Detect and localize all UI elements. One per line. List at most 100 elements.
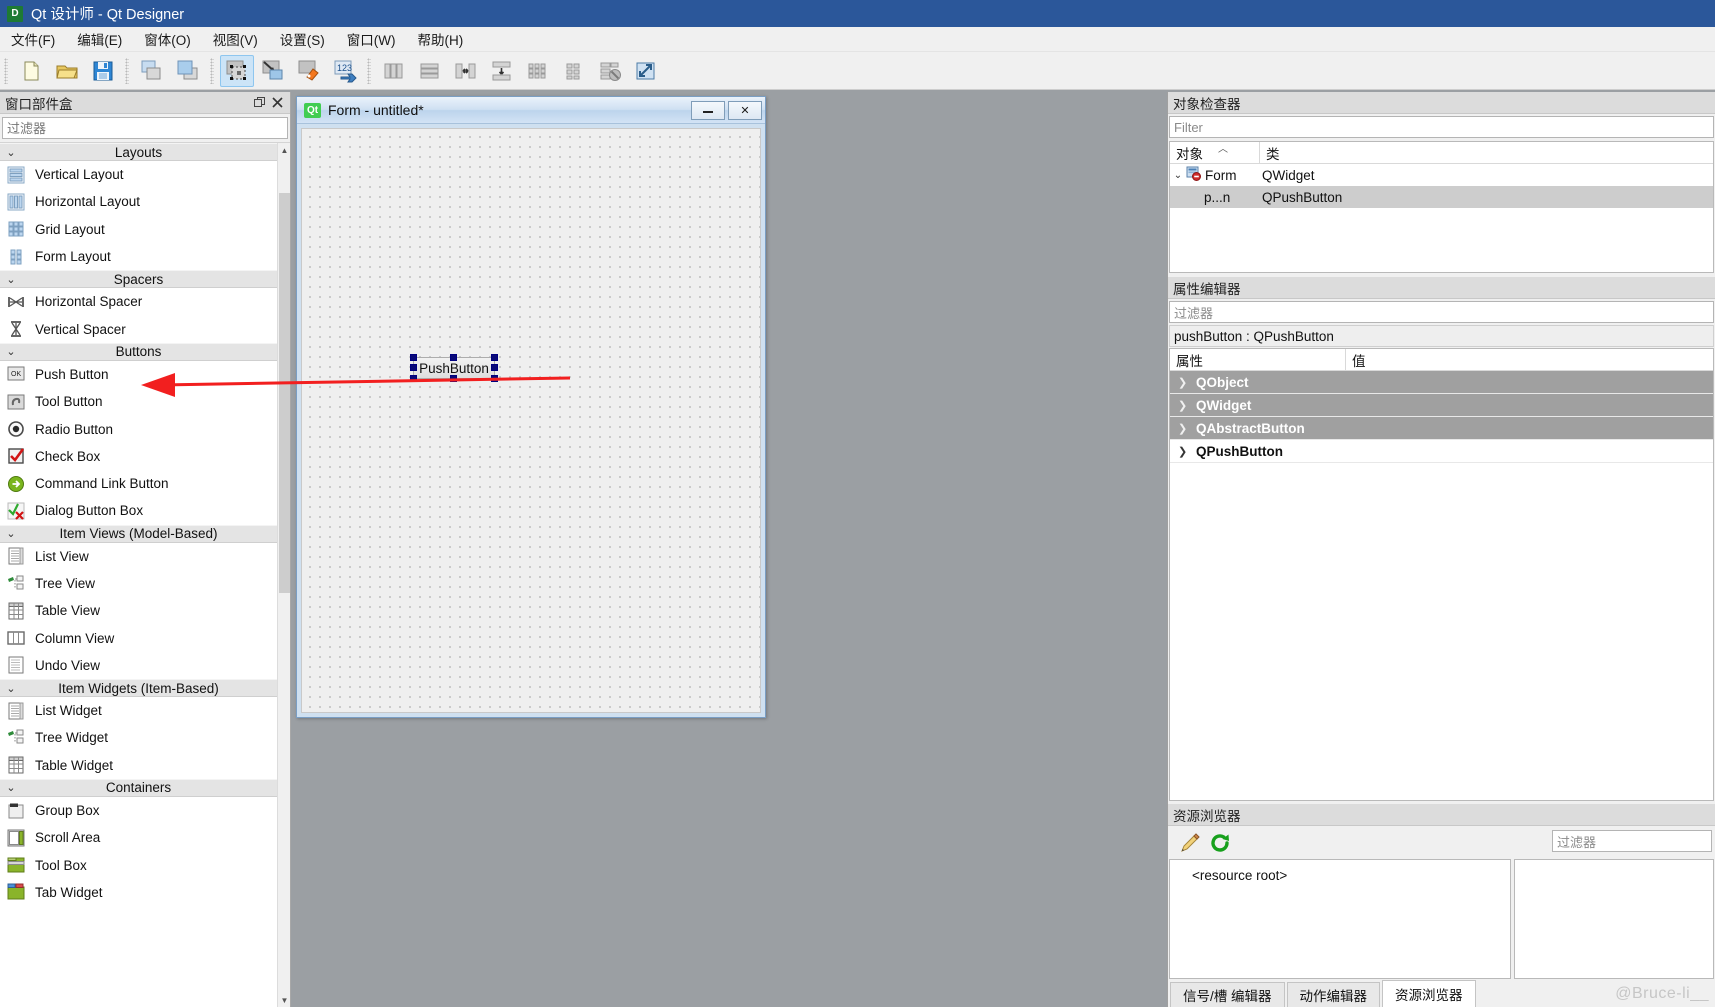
widget-box-filter-input[interactable] bbox=[2, 117, 288, 139]
tab-resource-browser[interactable]: 资源浏览器 bbox=[1382, 980, 1476, 1007]
layout-form-icon[interactable] bbox=[557, 55, 591, 87]
adjust-size-icon[interactable] bbox=[629, 55, 663, 87]
widget-box-category-item-views[interactable]: ⌄ Item Views (Model-Based) bbox=[0, 524, 277, 543]
widget-box-category-containers[interactable]: ⌄ Containers bbox=[0, 778, 277, 797]
widget-item-list-widget[interactable]: List Widget bbox=[0, 697, 277, 724]
resize-handle-n[interactable] bbox=[450, 354, 457, 361]
menu-settings[interactable]: 设置(S) bbox=[269, 26, 336, 52]
undo-stack-icon[interactable] bbox=[135, 55, 169, 87]
widget-item-list-view[interactable]: List View bbox=[0, 543, 277, 570]
edit-signals-slots-mode-icon[interactable] bbox=[256, 55, 290, 87]
widget-item-tab-widget[interactable]: Tab Widget bbox=[0, 879, 277, 906]
chevron-right-icon[interactable]: ❯ bbox=[1178, 399, 1196, 412]
toolbar-grip-4[interactable] bbox=[367, 57, 371, 84]
widget-item-vertical-layout[interactable]: Vertical Layout bbox=[0, 161, 277, 188]
resize-handle-se[interactable] bbox=[491, 375, 498, 382]
form-window-titlebar[interactable]: Qt Form - untitled* ✕ bbox=[297, 97, 765, 124]
widget-item-check-box[interactable]: Check Box bbox=[0, 443, 277, 470]
chevron-right-icon[interactable]: ❯ bbox=[1178, 445, 1196, 458]
selected-widget-pushbutton[interactable]: PushButton bbox=[410, 354, 498, 382]
chevron-right-icon[interactable]: ❯ bbox=[1178, 422, 1196, 435]
menu-window[interactable]: 窗口(W) bbox=[336, 26, 407, 52]
widget-item-horizontal-spacer[interactable]: Horizontal Spacer bbox=[0, 288, 277, 315]
widget-item-table-view[interactable]: Table View bbox=[0, 597, 277, 624]
form-minimize-button[interactable] bbox=[691, 100, 725, 120]
property-editor-filter[interactable]: 过滤器 bbox=[1169, 301, 1714, 323]
column-header-class[interactable]: 类 bbox=[1260, 142, 1280, 163]
menu-view[interactable]: 视图(V) bbox=[202, 26, 269, 52]
widget-item-radio-button[interactable]: Radio Button bbox=[0, 415, 277, 442]
column-header-property[interactable]: 属性 bbox=[1170, 349, 1346, 370]
new-file-icon[interactable] bbox=[14, 55, 48, 87]
form-window[interactable]: Qt Form - untitled* ✕ PushButton bbox=[296, 96, 766, 718]
resize-handle-ne[interactable] bbox=[491, 354, 498, 361]
property-editor-table[interactable]: 属性 值 ❯ QObject ❯ QWidget ❯ QAbstractButt… bbox=[1169, 348, 1714, 801]
undock-icon[interactable] bbox=[251, 95, 267, 111]
layout-horizontally-icon[interactable] bbox=[377, 55, 411, 87]
widget-item-vertical-spacer[interactable]: Vertical Spacer bbox=[0, 315, 277, 342]
scroll-down-arrow-icon[interactable]: ▼ bbox=[278, 993, 290, 1007]
pencil-edit-icon[interactable] bbox=[1175, 829, 1205, 857]
form-close-button[interactable]: ✕ bbox=[728, 100, 762, 120]
property-group-qpushbutton[interactable]: ❯ QPushButton bbox=[1170, 440, 1713, 463]
edit-tab-order-mode-icon[interactable]: 123 bbox=[328, 55, 362, 87]
layout-in-splitter-horizontal-icon[interactable] bbox=[449, 55, 483, 87]
widget-item-tool-button[interactable]: Tool Button bbox=[0, 388, 277, 415]
menu-form[interactable]: 窗体(O) bbox=[133, 26, 202, 52]
toolbar-grip[interactable] bbox=[4, 57, 8, 84]
column-header-object[interactable]: 对象 ︿ bbox=[1170, 142, 1260, 163]
scroll-up-arrow-icon[interactable]: ▲ bbox=[278, 143, 290, 157]
edit-buddies-mode-icon[interactable] bbox=[292, 55, 326, 87]
break-layout-icon[interactable] bbox=[593, 55, 627, 87]
property-group-qobject[interactable]: ❯ QObject bbox=[1170, 371, 1713, 394]
widget-item-dialog-button-box[interactable]: Dialog Button Box bbox=[0, 497, 277, 524]
toolbar-grip-3[interactable] bbox=[210, 57, 214, 84]
menu-file[interactable]: 文件(F) bbox=[0, 26, 66, 52]
layout-vertically-icon[interactable] bbox=[413, 55, 447, 87]
resize-handle-sw[interactable] bbox=[410, 375, 417, 382]
widget-item-table-widget[interactable]: Table Widget bbox=[0, 752, 277, 779]
widget-item-grid-layout[interactable]: Grid Layout bbox=[0, 216, 277, 243]
widget-item-group-box[interactable]: Group Box bbox=[0, 797, 277, 824]
toolbar-grip-2[interactable] bbox=[125, 57, 129, 84]
redo-stack-icon[interactable] bbox=[171, 55, 205, 87]
edit-widgets-mode-icon[interactable] bbox=[220, 54, 254, 87]
close-icon[interactable] bbox=[269, 95, 285, 111]
menu-help[interactable]: 帮助(H) bbox=[406, 26, 474, 52]
resize-handle-w[interactable] bbox=[410, 364, 417, 371]
object-inspector-filter[interactable]: Filter bbox=[1169, 116, 1714, 138]
object-tree-row-form[interactable]: ⌄ Form QWidget bbox=[1170, 164, 1713, 186]
widget-item-scroll-area[interactable]: Scroll Area bbox=[0, 824, 277, 851]
resource-browser-filter[interactable]: 过滤器 bbox=[1552, 830, 1712, 852]
resize-handle-e[interactable] bbox=[491, 364, 498, 371]
resize-handle-nw[interactable] bbox=[410, 354, 417, 361]
chevron-down-icon[interactable]: ⌄ bbox=[1170, 170, 1186, 181]
widget-item-horizontal-layout[interactable]: Horizontal Layout bbox=[0, 188, 277, 215]
widget-item-tool-box[interactable]: Tool Box bbox=[0, 852, 277, 879]
widget-box-category-spacers[interactable]: ⌄ Spacers bbox=[0, 270, 277, 289]
widget-item-form-layout[interactable]: Form Layout bbox=[0, 243, 277, 270]
widget-item-undo-view[interactable]: Undo View bbox=[0, 652, 277, 679]
widget-box-scrollbar[interactable]: ▲ ▼ bbox=[277, 143, 290, 1007]
resource-preview-pane[interactable] bbox=[1514, 859, 1714, 979]
layout-in-splitter-vertical-icon[interactable] bbox=[485, 55, 519, 87]
column-header-value[interactable]: 值 bbox=[1346, 349, 1366, 370]
property-group-qwidget[interactable]: ❯ QWidget bbox=[1170, 394, 1713, 417]
tab-action-editor[interactable]: 动作编辑器 bbox=[1286, 982, 1381, 1007]
form-canvas[interactable]: PushButton bbox=[301, 128, 761, 713]
save-icon[interactable] bbox=[86, 55, 120, 87]
resource-tree[interactable]: <resource root> bbox=[1169, 859, 1511, 979]
widget-item-tree-widget[interactable]: Tree Widget bbox=[0, 724, 277, 751]
widget-item-command-link-button[interactable]: Command Link Button bbox=[0, 470, 277, 497]
property-group-qabstractbutton[interactable]: ❯ QAbstractButton bbox=[1170, 417, 1713, 440]
reload-refresh-icon[interactable] bbox=[1205, 829, 1235, 857]
widget-box-category-layouts[interactable]: ⌄ Layouts bbox=[0, 143, 277, 161]
resize-handle-s[interactable] bbox=[450, 375, 457, 382]
open-folder-icon[interactable] bbox=[50, 55, 84, 87]
menu-edit[interactable]: 编辑(E) bbox=[66, 26, 133, 52]
widget-item-tree-view[interactable]: Tree View bbox=[0, 570, 277, 597]
layout-grid-icon[interactable] bbox=[521, 55, 555, 87]
object-tree-row-pushbutton[interactable]: p...n QPushButton bbox=[1170, 186, 1713, 208]
scroll-thumb[interactable] bbox=[279, 193, 290, 593]
tab-signal-slot-editor[interactable]: 信号/槽 编辑器 bbox=[1170, 982, 1285, 1007]
